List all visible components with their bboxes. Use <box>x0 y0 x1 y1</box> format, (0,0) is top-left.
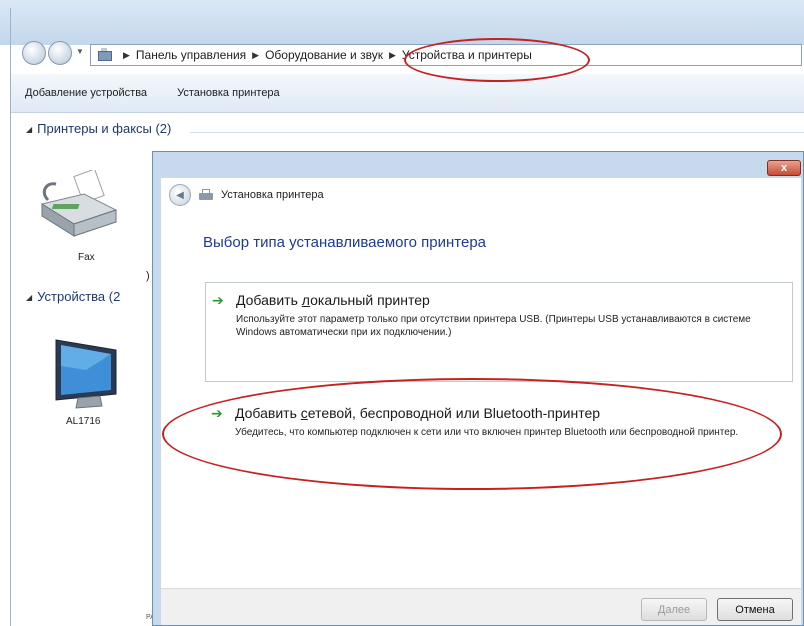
option-description: Используйте этот параметр только при отс… <box>236 314 751 338</box>
control-panel-icon <box>97 48 113 62</box>
breadcrumb-control-panel[interactable]: Панель управления <box>136 48 246 62</box>
add-printer-button[interactable]: Установка принтера <box>177 87 280 99</box>
window-titlebar <box>0 0 804 45</box>
breadcrumb-hardware-sound[interactable]: Оборудование и звук <box>265 48 383 62</box>
breadcrumb-devices-printers[interactable]: Устройства и принтеры <box>402 48 532 62</box>
close-button[interactable]: x <box>767 160 801 176</box>
option-title: Добавить сетевой, беспроводной или Bluet… <box>235 405 601 421</box>
fax-label: Fax <box>78 252 95 263</box>
dialog-title: Установка принтера <box>221 189 324 201</box>
back-arrow-icon[interactable]: ◀ <box>169 184 191 206</box>
group-header-printers[interactable]: ◢ Принтеры и факсы (2) <box>26 121 171 136</box>
back-arrow-icon[interactable] <box>22 41 46 65</box>
next-button[interactable]: Далее <box>641 598 707 621</box>
truncated-text: ) <box>146 270 150 282</box>
monitor-icon[interactable] <box>50 336 126 412</box>
add-printer-dialog: x ◀ Установка принтера Выбор типа устана… <box>152 151 804 626</box>
dialog-header: ◀ Установка принтера <box>161 178 801 212</box>
add-network-printer-option[interactable]: ➔ Добавить сетевой, беспроводной или Blu… <box>205 396 793 472</box>
fax-icon[interactable] <box>38 170 118 242</box>
collapse-triangle-icon: ◢ <box>26 125 33 135</box>
breadcrumb-separator-icon: ▶ <box>123 49 130 60</box>
breadcrumb-separator-icon: ▶ <box>388 49 396 60</box>
add-device-button[interactable]: Добавление устройства <box>25 87 147 99</box>
nav-history-dropdown-icon[interactable]: ▼ <box>76 47 84 56</box>
group-header-devices[interactable]: ◢ Устройства (2 <box>26 289 120 304</box>
breadcrumb-separator-icon: ▶ <box>252 49 260 60</box>
address-bar[interactable]: ▶ Панель управления ▶ Оборудование и зву… <box>90 44 802 66</box>
monitor-label: AL1716 <box>66 416 101 427</box>
command-bar: Добавление устройства Установка принтера <box>11 74 804 113</box>
forward-arrow-icon[interactable] <box>48 41 72 65</box>
green-arrow-icon: ➔ <box>211 405 223 421</box>
dialog-footer: Далее Отмена <box>161 588 801 625</box>
group-header-label: Принтеры и факсы (2) <box>37 121 172 136</box>
dialog-content: ◀ Установка принтера Выбор типа устанавл… <box>161 178 801 625</box>
collapse-triangle-icon: ◢ <box>26 293 33 303</box>
dialog-heading: Выбор типа устанавливаемого принтера <box>203 234 487 251</box>
option-title: Добавить локальный принтер <box>236 292 430 308</box>
group-divider <box>190 132 804 133</box>
add-local-printer-option[interactable]: ➔ Добавить локальный принтер Используйте… <box>205 282 793 382</box>
green-arrow-icon: ➔ <box>212 292 224 308</box>
printer-icon <box>199 189 213 201</box>
option-description: Убедитесь, что компьютер подключен к сет… <box>235 427 739 438</box>
group-header-label: Устройства (2 <box>37 289 121 304</box>
cancel-button[interactable]: Отмена <box>717 598 793 621</box>
